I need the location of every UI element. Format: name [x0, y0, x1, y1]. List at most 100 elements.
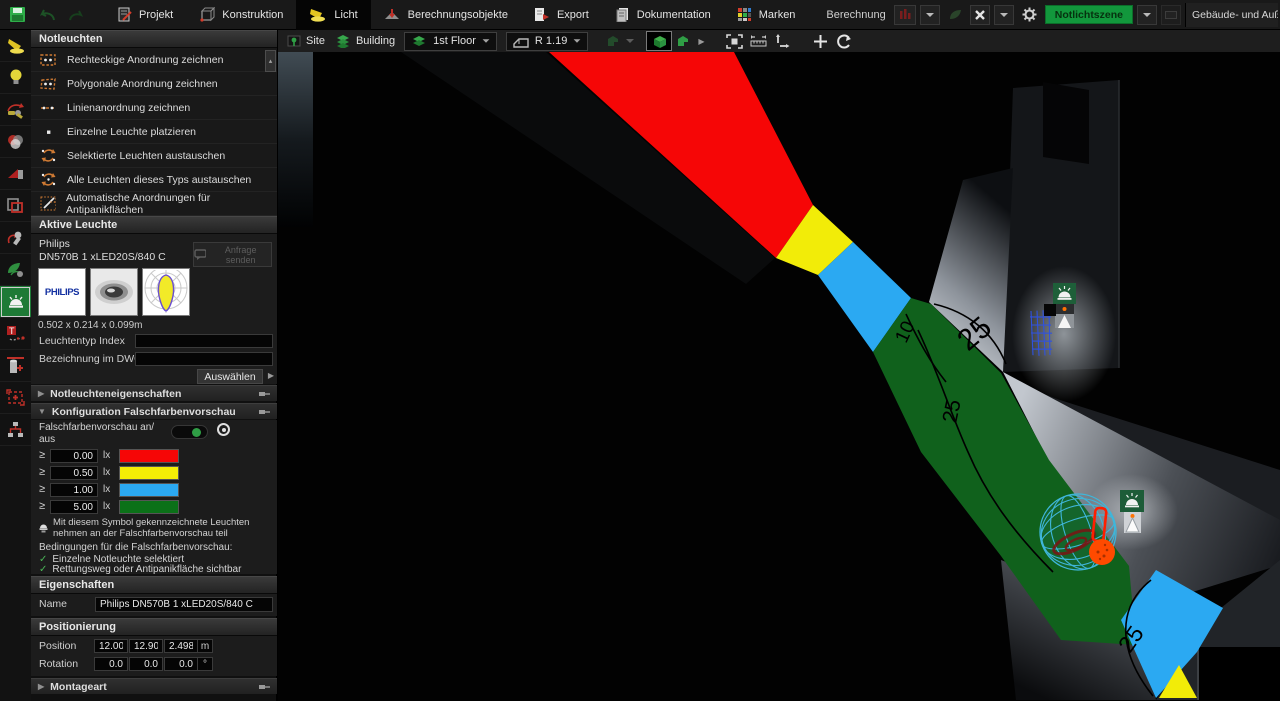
color-swatch-blue[interactable] — [119, 483, 179, 497]
rail-color-filter-button[interactable] — [0, 126, 31, 158]
rail-maintenance-button[interactable] — [0, 222, 31, 254]
rail-frame-add-button[interactable] — [0, 382, 31, 414]
measure-button[interactable] — [746, 31, 770, 51]
panel-header-aktive-leuchte: Aktive Leuchte — [31, 216, 277, 234]
expand-arrow-icon: ▼ — [38, 407, 46, 416]
tab-marken[interactable]: Marken — [724, 0, 809, 30]
column-add-icon — [6, 356, 25, 375]
manufacturer-logo-thumb[interactable]: PHILIPS — [38, 268, 86, 316]
philips-logo: PHILIPS — [45, 287, 79, 298]
color-swatch-green[interactable] — [119, 500, 179, 514]
falsecolor-toggle-label: Falschfarbenvorschau an/ aus — [39, 422, 154, 446]
project-icon — [117, 7, 132, 22]
tab-licht[interactable]: Licht — [296, 0, 370, 30]
tool-auto-arrangement-antipanic[interactable]: Automatische Anordnungen für Antipanikfl… — [31, 192, 277, 216]
settings-button[interactable] — [1018, 5, 1041, 25]
add-view-button[interactable] — [808, 31, 832, 51]
color-swatch-red[interactable] — [119, 449, 179, 463]
luminaire-photo-thumb[interactable] — [90, 268, 138, 316]
type-index-input[interactable] — [135, 334, 273, 348]
tool-label: Linienanordnung zeichnen — [67, 102, 190, 114]
tool-list-scrollbar[interactable]: ▴ — [265, 50, 276, 72]
position-x-input[interactable] — [94, 639, 128, 653]
tab-projekt[interactable]: Projekt — [104, 0, 186, 30]
threshold-input[interactable] — [50, 466, 98, 480]
name-input[interactable] — [95, 597, 273, 612]
threshold-input[interactable] — [50, 483, 98, 497]
section-notleuchten-props[interactable]: ▶ Notleuchteneigenschaften — [31, 385, 277, 401]
threshold-input[interactable] — [50, 449, 98, 463]
chevron-down-icon — [574, 39, 581, 42]
rail-copy-arrangement-button[interactable] — [0, 190, 31, 222]
site-label: Site — [306, 35, 325, 47]
section-montageart[interactable]: ▶ Montageart — [31, 678, 277, 694]
polygon-arrangement-icon — [40, 77, 57, 91]
rail-hierarchy-button[interactable] — [0, 414, 31, 446]
pin-icon[interactable] — [259, 390, 270, 398]
tool-replace-all-of-type[interactable]: Alle Leuchten dieses Typs austauschen — [31, 168, 277, 192]
color-swatch-yellow[interactable] — [119, 466, 179, 480]
threshold-input[interactable] — [50, 500, 98, 514]
falsecolor-toggle[interactable] — [171, 425, 208, 439]
position-y-input[interactable] — [129, 639, 163, 653]
room-select[interactable]: R 1.19 — [506, 32, 588, 51]
photometric-diagram-thumb[interactable] — [142, 268, 190, 316]
view-plan-button[interactable] — [672, 31, 696, 51]
tool-single-luminaire[interactable]: Einzelne Leuchte platzieren — [31, 120, 277, 144]
redo-button[interactable] — [64, 3, 90, 27]
pin-icon[interactable] — [259, 683, 270, 691]
tool-rect-arrangement[interactable]: Rechteckige Anordnung zeichnen — [31, 48, 277, 72]
active-luminaire-block: Philips DN570B 1 xLED20S/840 C Anfrage s… — [31, 234, 277, 384]
rail-emergency-lighting-button[interactable] — [0, 286, 31, 318]
save-button[interactable] — [4, 3, 30, 27]
rail-bulb-button[interactable] — [0, 62, 31, 94]
request-button[interactable]: Anfrage senden — [193, 242, 272, 267]
tool-label: Selektierte Leuchten austauschen — [67, 150, 225, 162]
tab-konstruktion[interactable]: Konstruktion — [186, 0, 296, 30]
rotate-view-button[interactable] — [832, 31, 856, 51]
light-scene-dropdown[interactable]: Notlichtszene — [1045, 5, 1133, 24]
copy-frames-icon — [6, 197, 25, 215]
zoom-extents-button[interactable] — [722, 31, 746, 51]
building-button[interactable]: Building — [334, 34, 395, 48]
select-luminaire-button[interactable]: Auswählen — [197, 369, 263, 384]
view-3d-button-active[interactable] — [646, 31, 672, 51]
rotation-z-input[interactable] — [164, 657, 198, 671]
dwg-input[interactable] — [135, 352, 273, 366]
info-icon[interactable] — [217, 423, 230, 436]
pin-icon[interactable] — [259, 408, 270, 416]
tool-line-arrangement[interactable]: Linienanordnung zeichnen — [31, 96, 277, 120]
rotation-y-input[interactable] — [129, 657, 163, 671]
expand-right-icon[interactable]: ▶ — [698, 37, 704, 46]
line-arrangement-icon — [40, 101, 57, 115]
tab-export[interactable]: Export — [521, 0, 602, 30]
view-mode-disabled-button[interactable] — [602, 31, 626, 51]
rotation-x-input[interactable] — [94, 657, 128, 671]
cancel-calculation-button[interactable] — [970, 5, 990, 25]
rail-joint-arm-button[interactable] — [0, 94, 31, 126]
section-falsecolor-config[interactable]: ▼ Konfiguration Falschfarbenvorschau — [31, 403, 277, 419]
rail-text-path-button[interactable]: T — [0, 318, 31, 350]
rail-spotlight-button[interactable] — [0, 30, 31, 62]
position-z-input[interactable] — [164, 639, 198, 653]
floor-select[interactable]: 1st Floor — [404, 32, 497, 51]
select-caret-icon[interactable]: ▶ — [268, 371, 274, 380]
tool-polygon-arrangement[interactable]: Polygonale Anordnung zeichnen — [31, 72, 277, 96]
position-label: Position — [39, 640, 76, 652]
rail-projector-button[interactable] — [0, 158, 31, 190]
light-scene-caret[interactable] — [1137, 5, 1157, 25]
calculate-dropdown[interactable] — [920, 5, 940, 25]
move-axis-button[interactable] — [770, 31, 794, 51]
tab-berechnungsobjekte[interactable]: Berechnungsobjekte — [371, 0, 521, 30]
undo-button[interactable] — [34, 3, 60, 27]
calculate-button[interactable] — [894, 5, 916, 25]
site-button[interactable]: Site — [287, 34, 325, 48]
right-panel-header[interactable]: Gebäude- und Außenpla... — [1185, 3, 1278, 27]
rail-energy-button[interactable] — [0, 254, 31, 286]
cancel-dropdown[interactable] — [994, 5, 1014, 25]
rail-column-add-button[interactable] — [0, 350, 31, 382]
tool-replace-selected[interactable]: Selektierte Leuchten austauschen — [31, 144, 277, 168]
viewport-3d[interactable]: 10 25 25 25 — [278, 52, 1280, 701]
display-options-button[interactable] — [1161, 5, 1181, 25]
tab-dokumentation[interactable]: Dokumentation — [602, 0, 724, 30]
